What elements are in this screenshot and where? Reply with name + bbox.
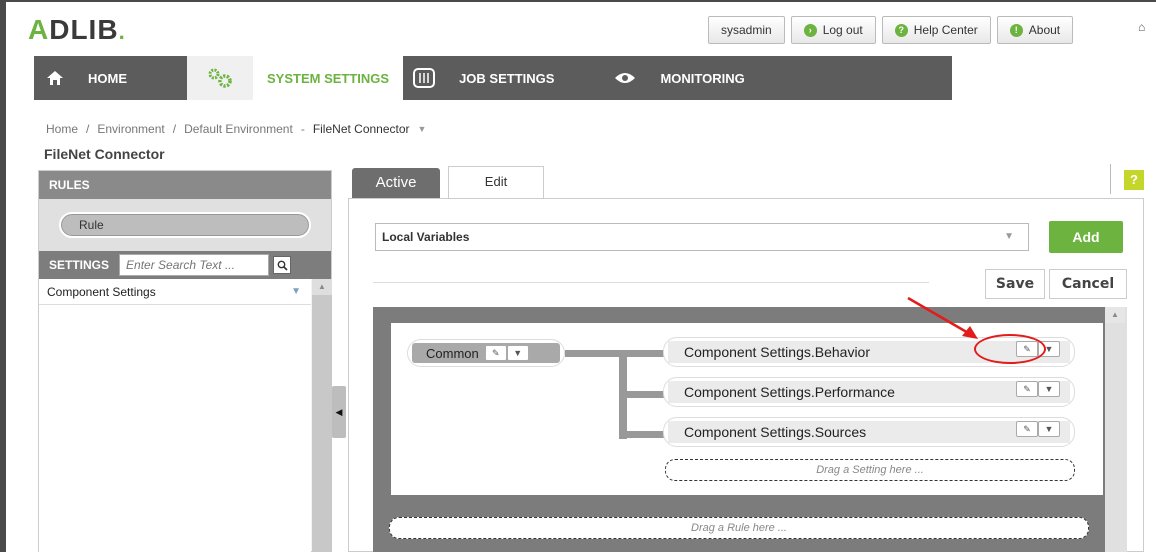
chevron-down-icon[interactable]: ▼ — [506, 345, 529, 361]
annotation-circle — [974, 334, 1046, 364]
chevron-down-icon[interactable]: ▼ — [291, 286, 301, 297]
drag-rule-dropzone[interactable]: Drag a Rule here ... — [389, 517, 1089, 539]
settings-item-label: Component Settings — [47, 284, 156, 299]
variables-select[interactable]: Local Variables ▼ — [375, 223, 1029, 251]
nav-monitoring[interactable]: MONITORING — [604, 56, 758, 100]
breadcrumb-dash: - — [300, 122, 305, 136]
nav-system-settings-label: SYSTEM SETTINGS — [267, 70, 390, 86]
cancel-button[interactable]: Cancel — [1049, 269, 1127, 299]
collapse-panel-handle[interactable]: ◀ — [332, 386, 346, 438]
edit-panel: Local Variables ▼ Add Save Cancel Common… — [348, 198, 1144, 552]
common-rule-node[interactable]: Common ✎ ▼ — [407, 339, 565, 367]
save-button[interactable]: Save — [985, 269, 1045, 299]
question-icon: ? — [894, 23, 908, 37]
breadcrumb: Home / Environment / Default Environment… — [46, 122, 426, 136]
adlib-logo: ADLIB. — [28, 14, 126, 45]
pencil-icon[interactable]: ✎ — [1016, 381, 1038, 397]
setting-label: Component Settings.Behavior — [684, 344, 870, 360]
canvas-scrollbar[interactable]: ▲ — [1105, 307, 1127, 552]
pencil-icon[interactable]: ✎ — [1016, 421, 1038, 437]
sliders-icon — [403, 56, 445, 100]
settings-label: SETTINGS — [49, 258, 110, 272]
search-icon[interactable] — [273, 256, 292, 274]
info-icon: ! — [1009, 23, 1023, 37]
about-label: About — [1028, 23, 1061, 37]
home-icon — [34, 56, 76, 100]
common-node-label: Common — [426, 345, 479, 361]
nav-home[interactable]: HOME — [34, 56, 187, 100]
chevron-down-icon[interactable]: ▼ — [1038, 421, 1060, 437]
setting-label: Component Settings.Performance — [684, 384, 895, 400]
pencil-icon[interactable]: ✎ — [484, 345, 507, 361]
setting-node-sources[interactable]: Component Settings.Sources ✎ ▼ — [663, 417, 1075, 447]
drag-setting-dropzone[interactable]: Drag a Setting here ... — [665, 459, 1075, 481]
rules-header: RULES — [39, 171, 331, 199]
nav-system-settings[interactable]: SYSTEM SETTINGS — [187, 56, 404, 100]
breadcrumb-home[interactable]: Home — [46, 122, 78, 136]
user-name: sysadmin — [721, 23, 772, 37]
tab-active[interactable]: Active — [352, 168, 440, 198]
gears-icon — [187, 56, 253, 100]
connector-line — [565, 350, 665, 357]
settings-search-input[interactable] — [119, 254, 270, 276]
help-badge[interactable]: ? — [1124, 170, 1144, 190]
logout-button[interactable]: › Log out — [790, 16, 876, 44]
add-button[interactable]: Add — [1049, 221, 1123, 253]
help-center-button[interactable]: ? Help Center — [881, 16, 991, 44]
chevron-down-icon[interactable]: ▼ — [418, 124, 427, 134]
main-nav: HOME SYSTEM SETTINGS JOB SETTINGS MONITO… — [34, 56, 952, 100]
user-link[interactable]: sysadmin — [708, 16, 785, 44]
annotation-arrow-icon — [907, 296, 978, 339]
top-links: sysadmin › Log out ? Help Center ! About — [708, 16, 1074, 44]
arrow-right-icon: › — [803, 23, 817, 37]
collapse-header-icon[interactable]: ⌂ — [1138, 20, 1145, 34]
nav-monitoring-label: MONITORING — [660, 70, 745, 86]
breadcrumb-default-environment[interactable]: Default Environment — [184, 122, 293, 136]
breadcrumb-environment[interactable]: Environment — [97, 122, 164, 136]
settings-list: Component Settings ▼ — [39, 279, 311, 552]
page-title: FileNet Connector — [44, 146, 165, 162]
tab-edit[interactable]: Edit — [448, 166, 544, 200]
settings-scrollbar[interactable]: ▲ — [312, 279, 332, 552]
scroll-up-icon[interactable]: ▲ — [1105, 307, 1125, 323]
nav-job-settings[interactable]: JOB SETTINGS — [403, 56, 604, 100]
about-button[interactable]: ! About — [996, 16, 1074, 44]
rule-area: Rule — [39, 199, 331, 251]
eye-icon — [604, 56, 646, 100]
chevron-down-icon[interactable]: ▼ — [1038, 381, 1060, 397]
settings-bar: SETTINGS — [39, 251, 331, 279]
scroll-up-icon[interactable]: ▲ — [312, 279, 332, 295]
setting-node-performance[interactable]: Component Settings.Performance ✎ ▼ — [663, 377, 1075, 407]
connector-line — [619, 391, 665, 398]
nav-home-label: HOME — [88, 70, 127, 86]
connector-line — [619, 431, 665, 438]
nav-job-settings-label: JOB SETTINGS — [459, 70, 555, 86]
setting-label: Component Settings.Sources — [684, 424, 867, 440]
help-center-label: Help Center — [913, 23, 978, 37]
chevron-down-icon: ▼ — [1004, 231, 1014, 242]
rules-panel: RULES Rule SETTINGS Component Settings ▼… — [38, 170, 332, 552]
list-item[interactable]: Component Settings ▼ — [39, 279, 311, 305]
breadcrumb-separator: / — [86, 122, 90, 136]
divider — [1110, 164, 1111, 194]
variables-select-value: Local Variables — [382, 230, 470, 244]
rule-button[interactable]: Rule — [59, 212, 311, 238]
divider — [373, 282, 929, 283]
logout-label: Log out — [822, 23, 863, 37]
breadcrumb-separator: / — [172, 122, 177, 136]
breadcrumb-current[interactable]: FileNet Connector — [313, 122, 410, 136]
